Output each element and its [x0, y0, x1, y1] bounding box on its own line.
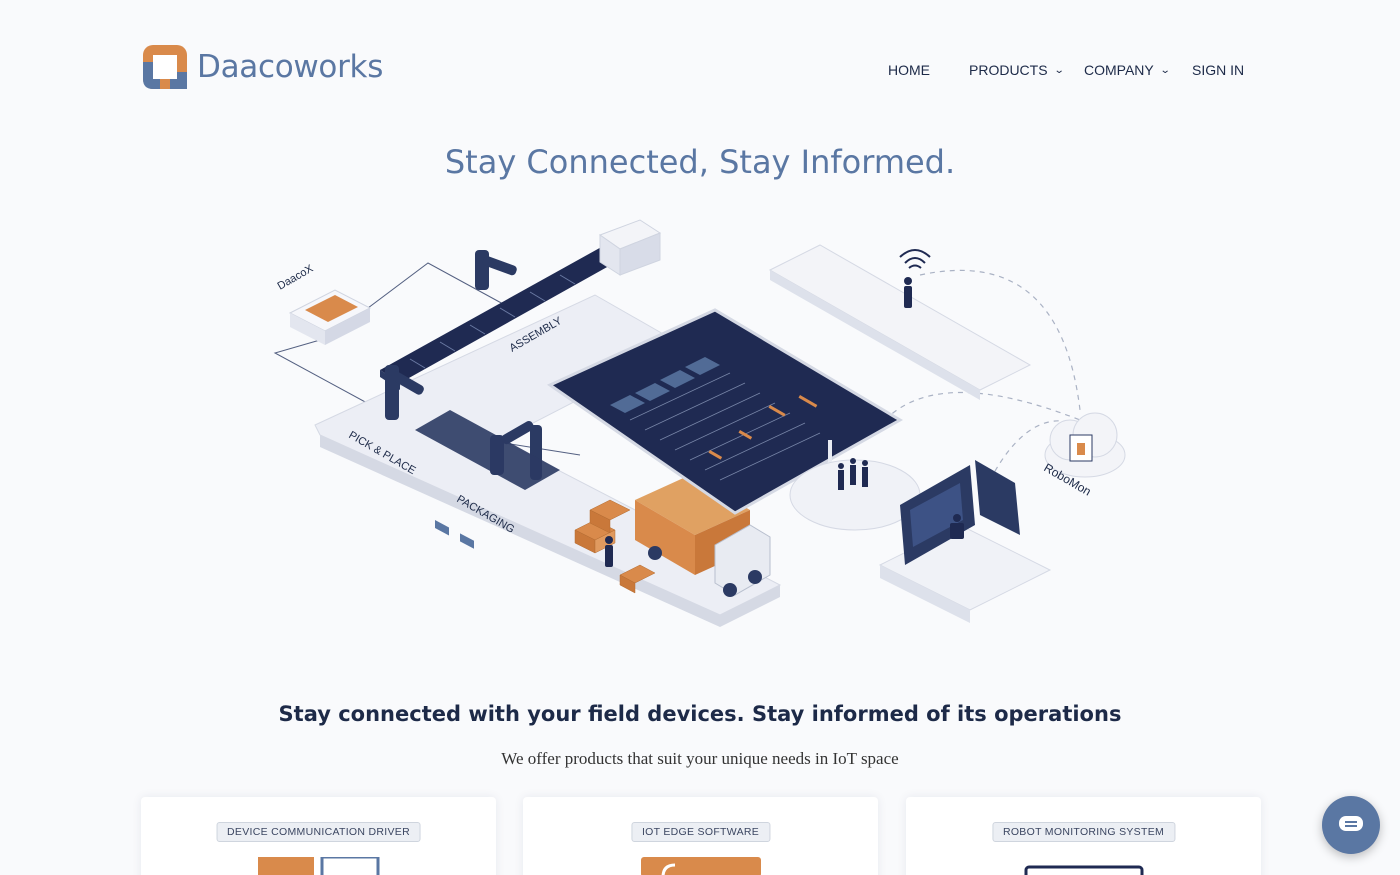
label-daacox: DaacoX — [276, 262, 316, 292]
edge-icon — [640, 857, 761, 875]
nav-products-label: PRODUCTS — [969, 62, 1048, 78]
brand-logo[interactable]: Daacoworks — [140, 42, 383, 92]
engineer-figure — [904, 277, 912, 308]
chevron-down-icon: ⌄ — [1159, 64, 1171, 76]
card-badge: IOT EDGE SOFTWARE — [630, 822, 771, 842]
nav-company-label: COMPANY — [1084, 62, 1154, 78]
worker-figure — [605, 536, 613, 567]
driver-icon — [257, 857, 379, 875]
chat-button[interactable] — [1322, 796, 1380, 854]
wifi-icon — [899, 249, 931, 269]
nav-sign-in-label: SIGN IN — [1192, 62, 1245, 78]
nav-products[interactable]: PRODUCTS ⌄ — [969, 62, 1065, 78]
card-badge: ROBOT MONITORING SYSTEM — [991, 822, 1176, 842]
nav-sign-in[interactable]: SIGN IN — [1192, 62, 1244, 78]
card-badge: DEVICE COMMUNICATION DRIVER — [216, 822, 421, 842]
nav-company[interactable]: COMPANY ⌄ — [1084, 62, 1171, 78]
nav-home-label: HOME — [888, 62, 930, 78]
logo-icon — [143, 45, 187, 89]
chevron-down-icon: ⌄ — [1053, 64, 1065, 76]
nav-home[interactable]: HOME — [888, 62, 930, 78]
factory-illustration: DaacoX ASSEMBLY PICK & PLACE PACKAGING R… — [273, 219, 1126, 627]
hero-title: Stay Connected, Stay Informed. — [444, 143, 956, 181]
product-card-monitor[interactable]: ROBOT MONITORING SYSTEM — [906, 797, 1261, 875]
section-title: Stay connected with your field devices. … — [278, 702, 1122, 726]
product-card-driver[interactable]: DEVICE COMMUNICATION DRIVER — [141, 797, 496, 875]
product-card-edge[interactable]: IOT EDGE SOFTWARE — [523, 797, 878, 875]
brand-name: Daacoworks — [197, 49, 384, 85]
site-header: Daacoworks HOME PRODUCTS ⌄ COMPANY ⌄ SIGN … — [0, 0, 1400, 130]
chat-icon — [1339, 816, 1363, 831]
monitor-icon — [1024, 865, 1143, 875]
section-subtitle: We offer products that suit your unique … — [501, 749, 899, 768]
